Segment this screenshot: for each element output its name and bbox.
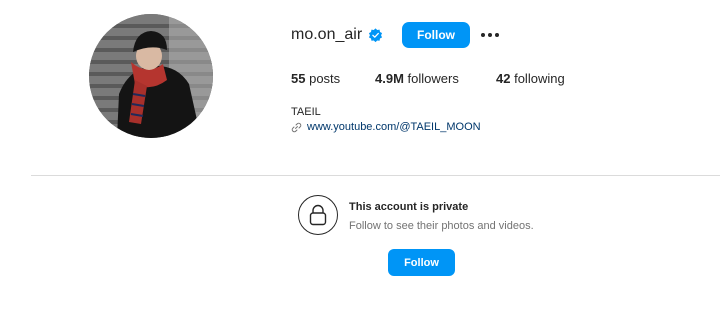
following-label: following [514,71,565,86]
follow-button-private[interactable]: Follow [388,249,455,276]
following-number: 42 [496,71,511,86]
profile-photo [89,14,213,138]
avatar[interactable] [89,14,213,138]
username: mo.on_air [291,26,363,43]
profile-link[interactable]: www.youtube.com/@TAEIL_MOON [291,121,481,133]
lock-icon [298,195,338,235]
verified-badge-icon [368,27,383,43]
following-count[interactable]: 42 following [496,71,565,86]
link-text[interactable]: www.youtube.com/@TAEIL_MOON [307,121,481,133]
profile-stats: 55 posts 4.9M followers 42 following [291,71,565,86]
posts-count: 55 posts [291,71,375,86]
private-subtitle: Follow to see their photos and videos. [349,220,534,232]
followers-number: 4.9M [375,71,404,86]
divider [31,175,720,176]
link-icon [291,122,302,133]
posts-number: 55 [291,71,306,86]
more-options-icon[interactable] [478,24,502,46]
username-row: mo.on_air [291,22,383,48]
followers-label: followers [407,71,459,86]
full-name: TAEIL [291,106,321,118]
follow-button[interactable]: Follow [402,22,470,48]
posts-label: posts [309,71,341,86]
followers-count[interactable]: 4.9M followers [375,71,496,86]
private-title: This account is private [349,201,469,213]
